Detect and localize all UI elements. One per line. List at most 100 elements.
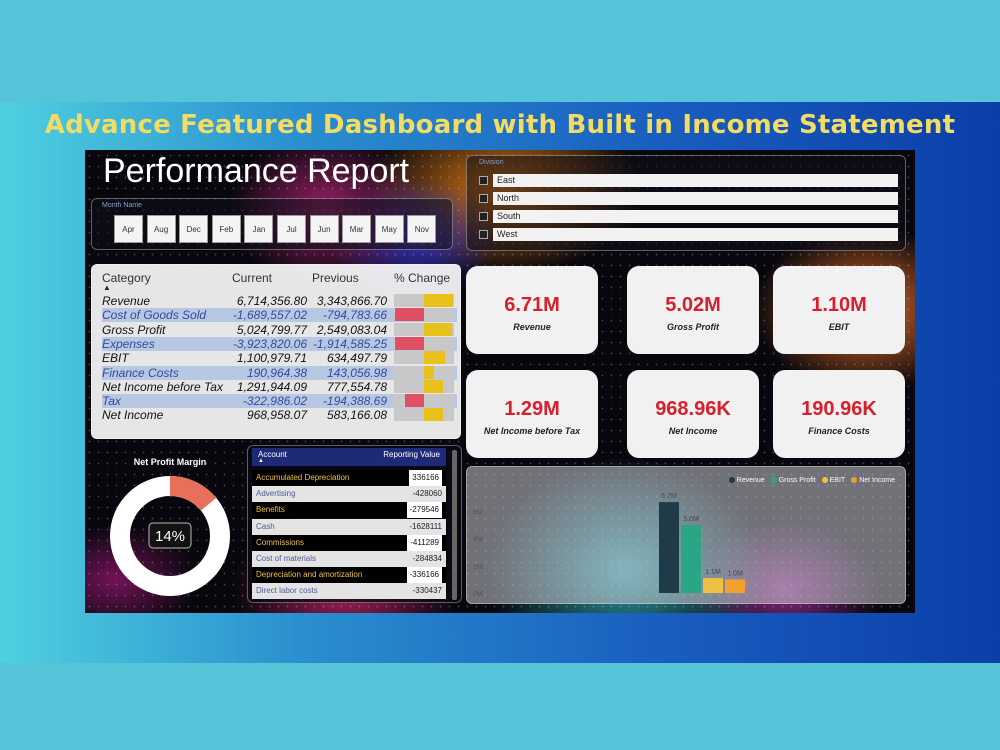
- checkbox-icon[interactable]: [479, 229, 488, 239]
- change-bar: [394, 365, 454, 379]
- kpi-card-gross-profit[interactable]: 5.02M Gross Profit: [627, 266, 759, 354]
- row-current: 6,714,356.80: [236, 294, 307, 308]
- kpi-card-ebit[interactable]: 1.10M EBIT: [773, 266, 905, 354]
- month-button-aug[interactable]: Aug: [146, 215, 176, 243]
- row-category: EBIT: [102, 351, 129, 366]
- row-current: -3,923,820.06: [232, 336, 307, 351]
- income-table-row: Gross Profit 5,024,799.77 2,549,083.04: [102, 322, 457, 337]
- bar-chart-svg: 0M 2M 4M 6M 6.7M 5.0M 1.1M 1.0M: [473, 493, 745, 598]
- row-category: Tax: [102, 394, 121, 409]
- month-button-jul[interactable]: Jul: [277, 215, 306, 243]
- kpi-card-finance-costs[interactable]: 190.96K Finance Costs: [773, 370, 905, 458]
- bar-ebit[interactable]: [703, 578, 723, 593]
- account-table-row[interactable]: Direct labor costs -330437: [252, 583, 446, 600]
- account-table-scrollbar[interactable]: [452, 450, 457, 600]
- kpi-card-net-income-before-tax[interactable]: 1.29M Net Income before Tax: [466, 370, 598, 458]
- region-label: South: [493, 209, 898, 223]
- bar-net-income[interactable]: [725, 579, 745, 593]
- header-current[interactable]: Current: [232, 271, 272, 285]
- checkbox-icon[interactable]: [479, 193, 488, 203]
- change-bar-fill: [424, 379, 444, 393]
- account-table-header: Account Reporting Value ▲: [252, 448, 446, 466]
- row-account: Cost of materials: [256, 554, 317, 563]
- month-button-may[interactable]: May: [374, 215, 404, 243]
- month-button-dec[interactable]: Dec: [179, 215, 209, 243]
- y-tick-label: 0M: [473, 591, 483, 598]
- region-option-south[interactable]: South: [479, 209, 898, 223]
- account-table-row[interactable]: Advertising -428060: [252, 486, 446, 503]
- net-profit-margin-donut: 14%: [110, 476, 230, 596]
- region-option-north[interactable]: North: [479, 191, 898, 205]
- region-label: West: [493, 227, 898, 241]
- account-table-row[interactable]: Benefits -279546: [252, 502, 446, 519]
- row-current: -1,689,557.02: [232, 308, 307, 323]
- account-table-row[interactable]: Accumulated Depreciation 336166: [252, 470, 446, 486]
- change-bar-fill: [395, 336, 424, 350]
- division-slicer-label: Division: [479, 159, 504, 166]
- change-bar-fill: [424, 294, 453, 307]
- change-bar: [394, 351, 454, 365]
- row-account: Commissions: [256, 537, 305, 547]
- row-category: Cost of Goods Sold: [102, 308, 207, 323]
- row-value: -279546: [406, 502, 442, 519]
- change-bar-fill: [404, 394, 424, 408]
- month-button-apr[interactable]: Apr: [114, 215, 143, 243]
- month-button-mar[interactable]: Mar: [342, 215, 372, 243]
- sort-arrow-icon[interactable]: ▲: [103, 283, 111, 292]
- kpi-card-net-income[interactable]: 968.96K Net Income: [627, 370, 759, 458]
- month-button-nov[interactable]: Nov: [407, 215, 437, 243]
- kpi-value: 1.10M: [811, 294, 867, 316]
- kpi-bar-chart: Revenue Gross Profit EBIT Net Income 0M 2M 4M…: [466, 466, 906, 604]
- month-button-feb[interactable]: Feb: [211, 215, 241, 243]
- headline: Advance Featured Dashboard with Built in…: [44, 110, 956, 140]
- sort-arrow-icon[interactable]: ▲: [258, 458, 264, 464]
- change-bar: [394, 336, 454, 350]
- kpi-label: Net Income before Tax: [483, 426, 581, 436]
- bar-revenue[interactable]: [659, 502, 679, 593]
- bar-data-label: 1.1M: [705, 569, 721, 576]
- account-table-row[interactable]: Cost of materials -284834: [252, 551, 446, 567]
- row-category: Net Income: [102, 408, 164, 423]
- row-value: 336166: [409, 470, 442, 486]
- bar-data-label: 6.7M: [661, 493, 677, 500]
- row-account: Advertising: [256, 489, 296, 499]
- change-bar-fill: [395, 308, 424, 322]
- kpi-value: 190.96K: [801, 398, 877, 420]
- row-value: -1628111: [409, 521, 442, 531]
- header-change[interactable]: % Change: [394, 271, 450, 285]
- change-bar: [394, 322, 454, 336]
- row-previous: 777,554.78: [326, 379, 387, 394]
- change-bar-fill: [424, 322, 453, 336]
- income-table-header: Category Current Previous % Change ▲: [98, 269, 456, 293]
- y-tick-label: 2M: [473, 564, 483, 571]
- row-current: 1,291,944.09: [236, 379, 307, 394]
- account-table-row[interactable]: Commissions -411289: [252, 534, 446, 551]
- checkbox-icon[interactable]: [479, 211, 488, 221]
- bar-gross-profit[interactable]: [681, 525, 701, 593]
- kpi-card-revenue[interactable]: 6.71M Revenue: [466, 266, 598, 354]
- region-option-west[interactable]: West: [479, 227, 898, 241]
- row-current: 5,024,799.77: [236, 322, 307, 337]
- y-tick-label: 4M: [473, 537, 483, 544]
- header-reporting-value[interactable]: Reporting Value: [383, 450, 440, 459]
- month-button-jun[interactable]: Jun: [309, 215, 339, 243]
- change-bar: [394, 379, 454, 393]
- region-option-east[interactable]: East: [479, 173, 898, 187]
- income-table-row: Revenue 6,714,356.80 3,343,866.70: [102, 294, 457, 308]
- bar-data-label: 1.0M: [727, 570, 743, 577]
- row-account: Benefits: [256, 505, 285, 515]
- header-previous[interactable]: Previous: [312, 271, 359, 285]
- account-table-row[interactable]: Cash -1628111: [252, 518, 446, 535]
- income-table-row: Cost of Goods Sold -1,689,557.02 -794,783.…: [102, 308, 457, 323]
- change-bar: [394, 394, 454, 408]
- row-current: 968,958.07: [246, 408, 307, 423]
- month-slicer-label: Month Name: [102, 202, 143, 209]
- month-button-jan[interactable]: Jan: [244, 215, 274, 243]
- row-previous: 2,549,083.04: [316, 322, 387, 337]
- checkbox-icon[interactable]: [479, 175, 488, 185]
- kpi-value: 1.29M: [504, 398, 560, 420]
- change-bar: [394, 408, 454, 422]
- account-table-row[interactable]: Depreciation and amortization -336166: [252, 567, 446, 584]
- row-previous: -794,783.66: [322, 308, 387, 323]
- row-category: Finance Costs: [102, 365, 179, 380]
